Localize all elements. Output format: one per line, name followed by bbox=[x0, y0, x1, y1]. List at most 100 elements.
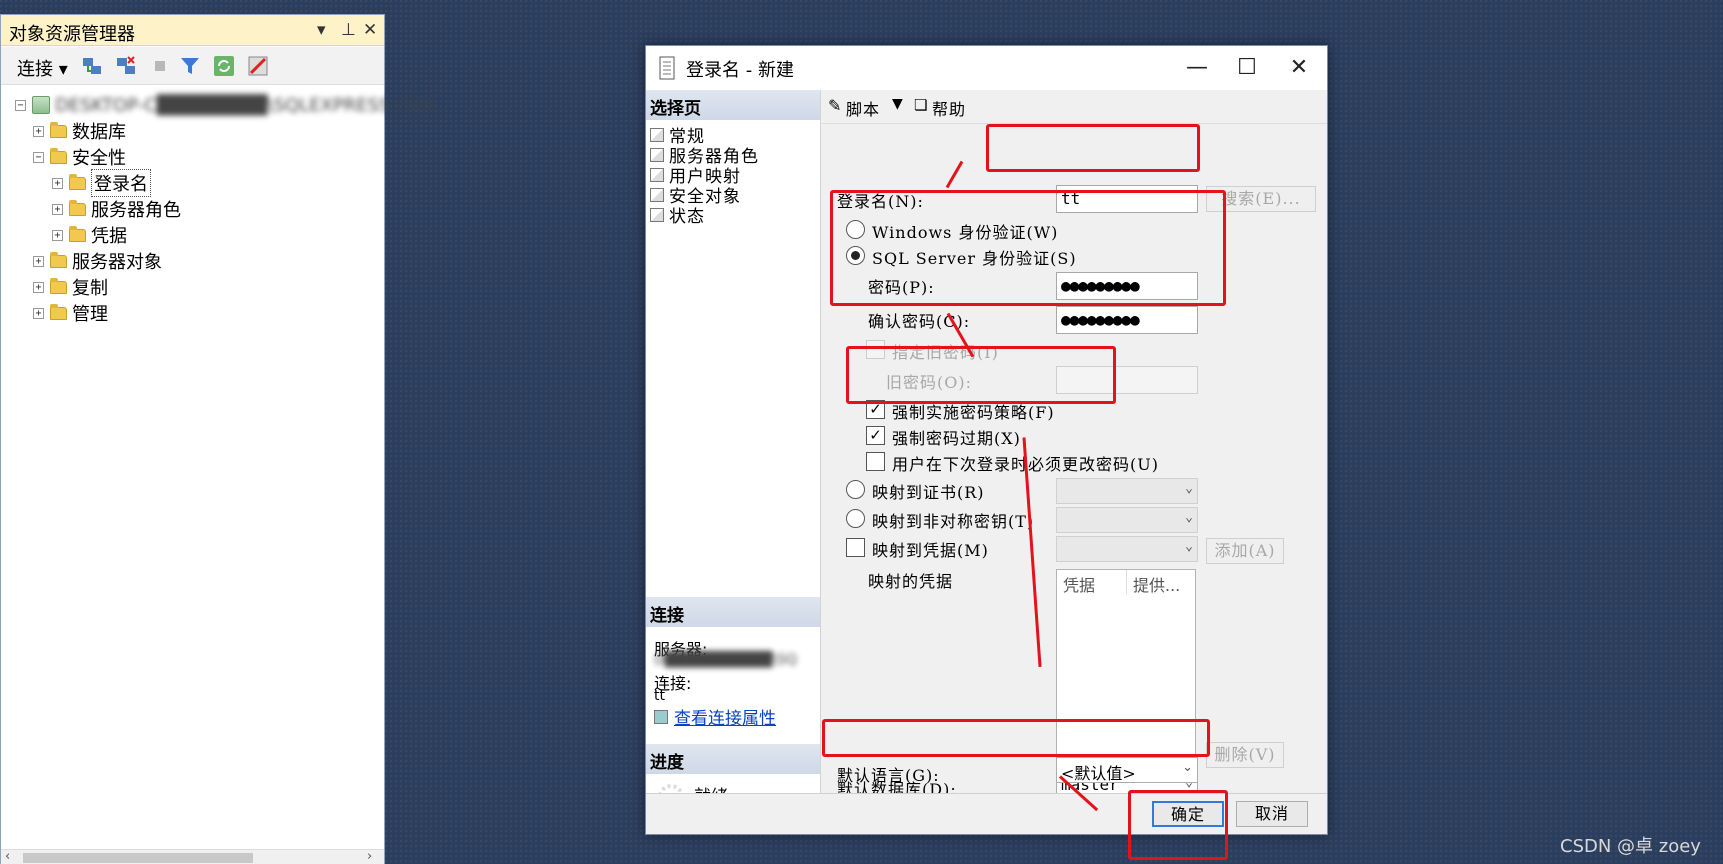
server-name: DESKTOP-C████████\SQLEXPRESS (SQL bbox=[55, 94, 439, 116]
connect-button[interactable]: 连接 ▾ bbox=[17, 55, 68, 81]
collapse-icon[interactable]: − bbox=[33, 151, 44, 163]
progress-header: 进度 bbox=[646, 744, 820, 774]
properties-icon bbox=[654, 709, 668, 724]
grid-header-credential[interactable]: 凭据 bbox=[1057, 570, 1127, 595]
page-icon bbox=[650, 207, 664, 222]
cancel-button[interactable]: 取消 bbox=[1236, 801, 1308, 827]
tree-node-label: 安全性 bbox=[72, 148, 126, 169]
map-credential-label[interactable]: 映射到凭据(M) bbox=[872, 537, 989, 561]
scrollbar-thumb[interactable] bbox=[23, 853, 253, 863]
scroll-right-icon[interactable]: › bbox=[367, 849, 372, 864]
add-button[interactable]: 添加(A) bbox=[1206, 538, 1284, 564]
annotation-policy-box bbox=[846, 346, 1116, 404]
enforce-expiration-checkbox[interactable]: ✓ bbox=[866, 426, 885, 445]
map-certificate-radio[interactable] bbox=[846, 480, 865, 499]
tree-node-label: 管理 bbox=[72, 304, 108, 325]
stop-icon[interactable] bbox=[149, 55, 171, 77]
map-asym-key-label[interactable]: 映射到非对称密钥(T) bbox=[872, 508, 1034, 532]
connection-header: 连接 bbox=[646, 597, 820, 627]
maximize-button[interactable]: ☐ bbox=[1222, 46, 1272, 90]
server-icon bbox=[32, 96, 50, 114]
scroll-left-icon[interactable]: ‹ bbox=[5, 849, 10, 864]
help-button[interactable]: 帮助 bbox=[932, 96, 966, 120]
folder-icon bbox=[69, 173, 86, 190]
credential-select[interactable]: ⌄ bbox=[1056, 536, 1198, 562]
minimize-button[interactable]: — bbox=[1172, 46, 1222, 90]
grid-header-provider[interactable]: 提供... bbox=[1127, 570, 1195, 595]
script-icon: ✎ bbox=[828, 96, 842, 115]
refresh-icon[interactable] bbox=[213, 55, 235, 77]
select-page-pane: 选择页 常规 服务器角色 用户映射 安全对象 状态 连接 服务器: D█████… bbox=[646, 90, 821, 810]
close-button[interactable]: ✕ bbox=[1274, 46, 1324, 90]
expand-icon[interactable]: + bbox=[52, 203, 63, 215]
dialog-title: 登录名 - 新建 bbox=[686, 60, 794, 81]
expand-icon[interactable]: + bbox=[33, 125, 44, 137]
collapse-icon[interactable]: − bbox=[15, 99, 26, 111]
page-status[interactable]: 状态 bbox=[650, 202, 705, 227]
disconnect-icon[interactable] bbox=[115, 55, 137, 77]
select-page-header: 选择页 bbox=[646, 90, 820, 120]
help-icon: ❏ bbox=[914, 96, 928, 114]
close-icon[interactable]: ✕ bbox=[363, 20, 377, 40]
chevron-down-icon: ⌄ bbox=[1182, 760, 1193, 775]
must-change-checkbox[interactable] bbox=[866, 452, 885, 471]
map-asym-key-radio[interactable] bbox=[846, 509, 865, 528]
connect-server-icon[interactable] bbox=[81, 55, 103, 77]
tree-node-management[interactable]: + 管理 bbox=[33, 301, 108, 325]
script-dropdown-icon[interactable]: ▼ bbox=[892, 96, 903, 112]
page-label: 状态 bbox=[669, 207, 705, 227]
enforce-expiration-label[interactable]: 强制密码过期(X) bbox=[892, 425, 1021, 449]
activity-monitor-icon[interactable] bbox=[247, 55, 269, 77]
view-connection-properties-link[interactable]: 查看连接属性 bbox=[674, 704, 776, 729]
asym-key-select[interactable]: ⌄ bbox=[1056, 507, 1198, 533]
folder-icon bbox=[69, 225, 86, 242]
page-icon bbox=[650, 167, 664, 182]
tree-node-label: 服务器角色 bbox=[91, 200, 181, 221]
panel-title: 对象资源管理器 bbox=[9, 24, 135, 45]
chevron-down-icon: ⌄ bbox=[1185, 481, 1193, 496]
map-credential-checkbox[interactable] bbox=[846, 538, 865, 557]
annotation-login-name-box bbox=[986, 124, 1200, 172]
page-icon bbox=[650, 127, 664, 142]
expand-icon[interactable]: + bbox=[33, 307, 44, 319]
script-button[interactable]: 脚本 bbox=[846, 96, 880, 120]
folder-icon bbox=[69, 199, 86, 216]
view-connection-properties[interactable]: 查看连接属性 bbox=[654, 704, 776, 729]
certificate-select[interactable]: ⌄ bbox=[1056, 478, 1198, 504]
tree-node-server[interactable]: − DESKTOP-C████████\SQLEXPRESS (SQL bbox=[15, 93, 439, 117]
expand-icon[interactable]: + bbox=[52, 177, 63, 189]
tree-node-credentials[interactable]: + 凭据 bbox=[52, 223, 127, 247]
chevron-down-icon: ⌄ bbox=[1185, 510, 1193, 525]
confirm-password-input[interactable]: ●●●●●●●●● bbox=[1056, 306, 1198, 334]
tree-node-server-roles[interactable]: + 服务器角色 bbox=[52, 197, 181, 221]
folder-icon bbox=[50, 277, 67, 294]
folder-icon bbox=[50, 147, 67, 164]
connection-value: tt bbox=[654, 688, 665, 700]
default-language-select[interactable]: <默认值> ⌄ bbox=[1056, 757, 1198, 783]
expand-icon[interactable]: + bbox=[33, 281, 44, 293]
horizontal-scrollbar[interactable]: ‹ › bbox=[1, 849, 384, 864]
tree-node-label: 登录名 bbox=[91, 169, 151, 197]
tree-node-label: 服务器对象 bbox=[72, 252, 162, 273]
tree-node-security[interactable]: − 安全性 bbox=[33, 145, 126, 169]
tree-node-server-objects[interactable]: + 服务器对象 bbox=[33, 249, 162, 273]
object-explorer-toolbar: 连接 ▾ bbox=[1, 47, 384, 85]
object-explorer-titlebar: 对象资源管理器 ▾ ⊥ ✕ bbox=[1, 15, 384, 46]
map-certificate-label[interactable]: 映射到证书(R) bbox=[872, 479, 985, 503]
tree-node-databases[interactable]: + 数据库 bbox=[33, 119, 126, 143]
expand-icon[interactable]: + bbox=[33, 255, 44, 267]
default-language-value: <默认值> bbox=[1061, 764, 1136, 783]
expand-icon[interactable]: + bbox=[52, 229, 63, 241]
watermark: CSDN @卓 zoey bbox=[1560, 836, 1701, 857]
annotation-default-db-box bbox=[822, 719, 1210, 757]
default-language-label: 默认语言(G): bbox=[837, 766, 940, 785]
page-icon bbox=[650, 187, 664, 202]
tree-node-replication[interactable]: + 复制 bbox=[33, 275, 108, 299]
tree-node-logins[interactable]: + 登录名 bbox=[52, 169, 151, 197]
dropdown-icon[interactable]: ▾ bbox=[317, 20, 326, 40]
pin-icon[interactable]: ⊥ bbox=[341, 20, 356, 40]
filter-icon[interactable] bbox=[179, 55, 201, 77]
tree-node-label: 凭据 bbox=[91, 226, 127, 247]
delete-button[interactable]: 删除(V) bbox=[1206, 742, 1284, 768]
tree-node-label: 数据库 bbox=[72, 122, 126, 143]
